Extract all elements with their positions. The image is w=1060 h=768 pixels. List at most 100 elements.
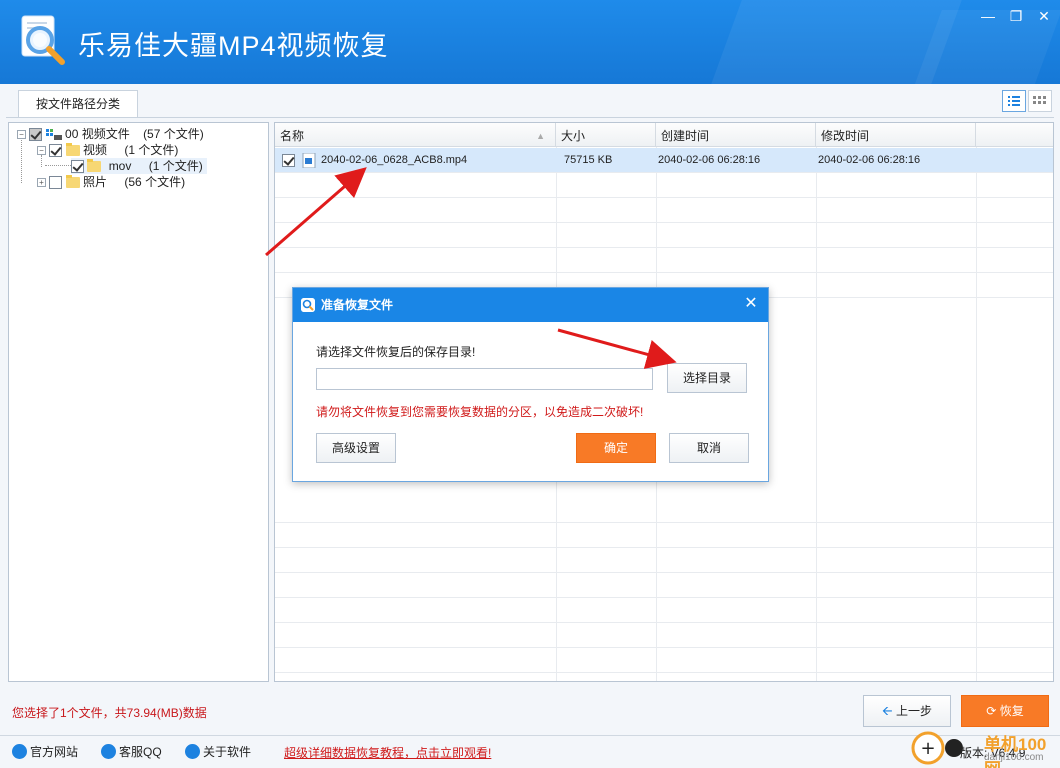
- list-header: 名称 ▲ 大小 创建时间 修改时间: [275, 123, 1053, 147]
- restore-button[interactable]: ❐: [1004, 6, 1028, 26]
- overwrite-warning: 请勿将文件恢复到您需要恢复数据的分区，以免造成二次破坏!: [316, 405, 644, 419]
- tree-item-video[interactable]: − 视频 (1 个文件): [37, 142, 178, 158]
- support-qq-label: 客服QQ: [119, 745, 162, 759]
- choose-dir-button[interactable]: 选择目录: [667, 363, 747, 393]
- home-icon: [12, 744, 27, 759]
- close-window-button[interactable]: ✕: [1032, 6, 1056, 26]
- table-row: [275, 173, 1053, 198]
- column-name-header[interactable]: 名称 ▲: [275, 123, 556, 147]
- magnifier-logo-icon: [21, 15, 65, 65]
- prev-label: 上一步: [895, 704, 932, 718]
- prev-step-button[interactable]: 🡨 上一步: [863, 695, 951, 727]
- folder-icon: [87, 159, 102, 173]
- file-modified: 2040-02-06 06:28:16: [818, 154, 921, 166]
- tab-divider: [6, 117, 1054, 118]
- column-size-label: 大小: [561, 129, 586, 143]
- list-view-icon: [1008, 96, 1020, 106]
- minimize-button[interactable]: —: [976, 6, 1000, 26]
- tree-connector: [45, 165, 71, 166]
- drive-icon: [45, 129, 62, 141]
- tree-item-mov[interactable]: mov (1 个文件): [71, 158, 207, 174]
- folder-icon: [65, 143, 80, 157]
- folder-tree-panel: − 00 视频文件 (57 个文件) − 视频 (1 个文件) mov (1 个…: [8, 122, 269, 682]
- video-count: (1 个文件): [124, 143, 179, 157]
- watermark-sub: danji100.com: [984, 752, 1044, 763]
- dialog-title-bar: 准备恢复文件 ✕: [293, 288, 768, 322]
- grid-view-button[interactable]: [1028, 90, 1052, 112]
- title-bar: 乐易佳大疆MP4视频恢复 — ❐ ✕: [0, 0, 1060, 84]
- tutorial-link[interactable]: 超级详细数据恢复教程，点击立即观看!: [284, 744, 491, 761]
- video-checkbox[interactable]: [49, 144, 63, 158]
- file-created: 2040-02-06 06:28:16: [658, 154, 761, 166]
- advanced-settings-button[interactable]: 高级设置: [316, 433, 396, 463]
- selection-status: 您选择了1个文件，共73.94(MB)数据: [12, 706, 207, 720]
- save-dir-label: 请选择文件恢复后的保存目录!: [316, 345, 476, 359]
- column-modified-label: 修改时间: [821, 129, 870, 143]
- ok-button[interactable]: 确定: [576, 433, 656, 463]
- svg-text:+: +: [920, 738, 935, 759]
- root-label: 00 视频文件: [65, 127, 130, 141]
- table-row[interactable]: 2040-02-06_0628_ACB8.mp4 75715 KB 2040-0…: [275, 148, 1053, 173]
- watermark: + 单机100网 danji100.com: [908, 728, 1060, 768]
- about-link[interactable]: 关于软件: [185, 743, 251, 761]
- watermark-logo-icon: +: [911, 731, 963, 765]
- video-file-icon: [302, 153, 316, 168]
- expand-icon[interactable]: +: [37, 178, 46, 188]
- photo-count: (56 个文件): [124, 175, 186, 189]
- collapse-icon[interactable]: −: [17, 130, 26, 140]
- info-icon: [185, 744, 200, 759]
- mov-count: (1 个文件): [148, 159, 203, 173]
- file-size: 75715 KB: [564, 154, 613, 166]
- column-modified-header[interactable]: 修改时间: [816, 123, 976, 147]
- dialog-title: 准备恢复文件: [321, 298, 394, 312]
- refresh-icon: ⟳: [986, 704, 997, 718]
- support-qq-link[interactable]: 客服QQ: [101, 743, 162, 761]
- about-label: 关于软件: [203, 745, 252, 759]
- mov-checkbox[interactable]: [71, 160, 84, 174]
- column-created-label: 创建时间: [661, 129, 710, 143]
- dialog-close-button[interactable]: ✕: [742, 295, 760, 313]
- root-count: (57 个文件): [143, 127, 204, 141]
- collapse-icon[interactable]: −: [37, 146, 46, 156]
- video-label: 视频: [83, 143, 108, 157]
- column-name-label: 名称: [280, 129, 305, 143]
- file-name: 2040-02-06_0628_ACB8.mp4: [321, 154, 468, 166]
- table-row: [275, 248, 1053, 273]
- official-site-link[interactable]: 官方网站: [12, 743, 78, 761]
- grid-view-icon: [1033, 96, 1046, 104]
- table-row: [275, 198, 1053, 223]
- photo-label: 照片: [83, 175, 108, 189]
- save-path-input[interactable]: [316, 368, 653, 390]
- tab-by-file-path[interactable]: 按文件路径分类: [18, 90, 138, 118]
- tree-connector: [21, 138, 22, 183]
- table-row: [275, 223, 1053, 248]
- cancel-button[interactable]: 取消: [669, 433, 749, 463]
- tree-item-photo[interactable]: + 照片 (56 个文件): [37, 174, 185, 190]
- tab-label: 按文件路径分类: [35, 97, 120, 111]
- row-checkbox[interactable]: [282, 154, 295, 167]
- table-row: [275, 498, 1053, 523]
- app-title: 乐易佳大疆MP4视频恢复: [78, 31, 389, 61]
- column-size-header[interactable]: 大小: [556, 123, 656, 147]
- official-site-label: 官方网站: [30, 745, 79, 759]
- dialog-app-icon: [301, 298, 315, 312]
- root-checkbox[interactable]: [29, 128, 43, 142]
- table-row: [275, 648, 1053, 673]
- arrow-left-icon: 🡨: [882, 703, 893, 718]
- tree-item-root[interactable]: − 00 视频文件 (57 个文件): [17, 126, 204, 142]
- table-row: [275, 573, 1053, 598]
- sort-up-icon: ▲: [536, 131, 545, 141]
- recover-dialog: 准备恢复文件 ✕ 请选择文件恢复后的保存目录! 选择目录 请勿将文件恢复到您需要…: [292, 287, 769, 482]
- mov-label: mov: [108, 159, 132, 173]
- table-row: [275, 523, 1053, 548]
- recover-label: 恢复: [999, 704, 1024, 718]
- footer-divider: [0, 735, 1060, 736]
- table-row: [275, 623, 1053, 648]
- column-created-header[interactable]: 创建时间: [656, 123, 816, 147]
- list-view-button[interactable]: [1002, 90, 1026, 112]
- folder-icon: [65, 175, 80, 189]
- recover-button[interactable]: ⟳ 恢复: [961, 695, 1049, 727]
- qq-icon: [101, 744, 116, 759]
- photo-checkbox[interactable]: [49, 176, 63, 190]
- table-row: [275, 598, 1053, 623]
